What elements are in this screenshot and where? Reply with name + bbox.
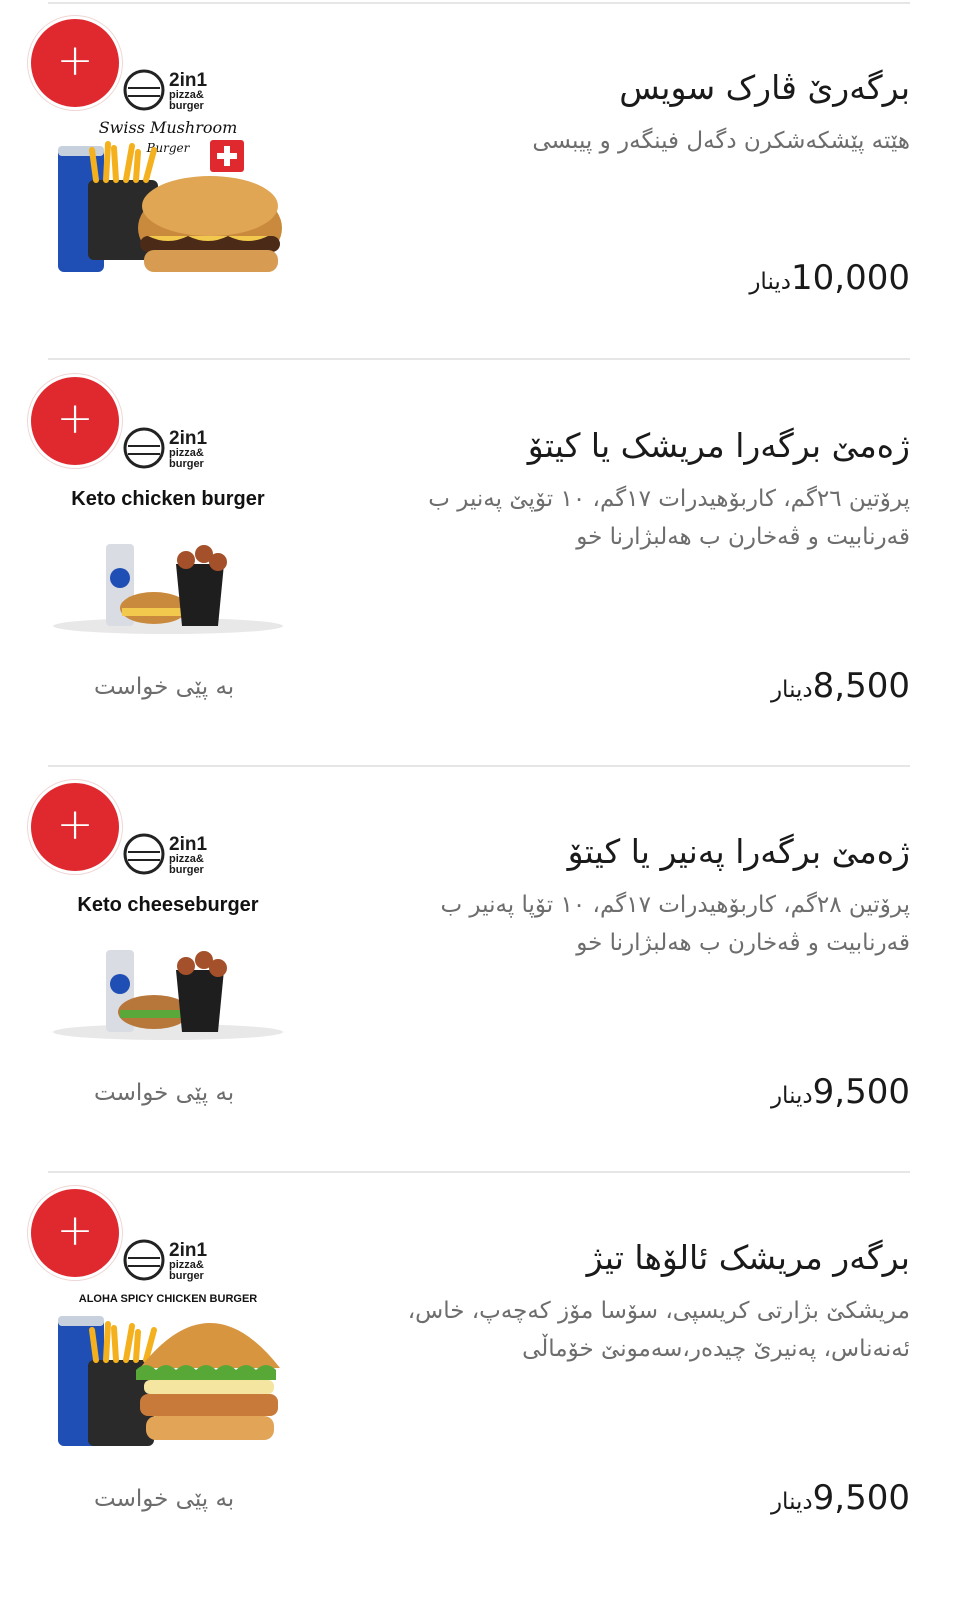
add-button[interactable]: + (28, 374, 122, 468)
image-caption: Keto chicken burger (71, 488, 265, 510)
price-currency: دینار (749, 269, 792, 295)
plus-icon: + (56, 393, 94, 444)
item-price: 8,500دینار (765, 666, 910, 706)
item-description: مریشکێ بژارتی کریسپی، سۆسا مۆز کەچەپ، خا… (407, 1298, 910, 1362)
menu-item[interactable]: 2in1 pizza& burger ALOHA SPICY CHICKEN B… (0, 1170, 978, 1575)
item-description: پرۆتین ٢٦گم، کاربۆهیدرات ١٧گم، ١٠ تۆپێ پ… (428, 486, 910, 550)
item-title: برگەرێ ڤارک سویس (619, 68, 910, 107)
brand-logo: 2in1 pizza& burger (123, 69, 207, 112)
logo-brand-text: 2in1 (169, 70, 207, 91)
item-title: ژەمێ برگەرا پەنیر یا کیتۆ (567, 832, 910, 871)
item-title: ژەمێ برگەرا مریشک یا کیتۆ (527, 426, 910, 465)
price-amount: 9,500 (812, 1072, 910, 1112)
item-price: 9,500دینار (765, 1072, 910, 1112)
menu-item[interactable]: 2in1 pizza& burger Keto cheeseburger + ژ… (0, 764, 978, 1169)
item-description: هێتە پێشکەشکرن دگەل فینگەر و پیبسی (532, 128, 910, 154)
logo-brand-text: 2in1 (169, 428, 207, 449)
add-button[interactable]: + (28, 16, 122, 110)
plus-icon: + (56, 35, 94, 86)
logo-brand-text: 2in1 (169, 1240, 207, 1261)
snack-box-icon (176, 564, 224, 626)
logo-brand-text: 2in1 (169, 834, 207, 855)
logo-sub2-text: burger (169, 458, 205, 470)
item-description: پرۆتین ٢٨گم، کاربۆهیدرات ١٧گم، ١٠ تۆپا پ… (440, 892, 910, 956)
item-price: 10,000دینار (743, 258, 910, 298)
price-amount: 8,500 (812, 666, 910, 706)
custom-order-label: بە پێی خواست (94, 1486, 235, 1512)
image-caption: Keto cheeseburger (77, 894, 258, 916)
image-caption: ALOHA SPICY CHICKEN BURGER (79, 1293, 258, 1305)
custom-order-label: بە پێی خواست (94, 674, 235, 700)
menu-item[interactable]: 2in1 pizza& burger Keto chicken burger +… (0, 358, 978, 763)
price-currency: دینار (770, 677, 813, 703)
logo-sub2-text: burger (169, 1270, 205, 1282)
snack-box-icon (176, 970, 224, 1032)
burger-icon (136, 1323, 280, 1440)
menu-item[interactable]: 2in1 pizza& burger Swiss Mushroom Burger… (0, 0, 978, 405)
logo-sub2-text: burger (169, 100, 205, 112)
logo-sub2-text: burger (169, 864, 205, 876)
brand-logo: 2in1 pizza& burger (123, 427, 207, 470)
price-currency: دینار (770, 1489, 813, 1515)
brand-logo: 2in1 pizza& burger (123, 833, 207, 876)
add-button[interactable]: + (28, 1186, 122, 1280)
price-currency: دینار (770, 1083, 813, 1109)
image-caption: Swiss Mushroom (99, 118, 238, 137)
add-button[interactable]: + (28, 780, 122, 874)
price-amount: 9,500 (812, 1478, 910, 1518)
plus-icon: + (56, 799, 94, 850)
brand-logo: 2in1 pizza& burger (123, 1239, 207, 1282)
item-price: 9,500دینار (765, 1478, 910, 1518)
burger-icon (138, 176, 282, 272)
price-amount: 10,000 (791, 258, 910, 298)
custom-order-label: بە پێی خواست (94, 1080, 235, 1106)
plus-icon: + (56, 1205, 94, 1256)
item-title: برگەر مریشک ئالۆها تیژ (586, 1238, 910, 1277)
